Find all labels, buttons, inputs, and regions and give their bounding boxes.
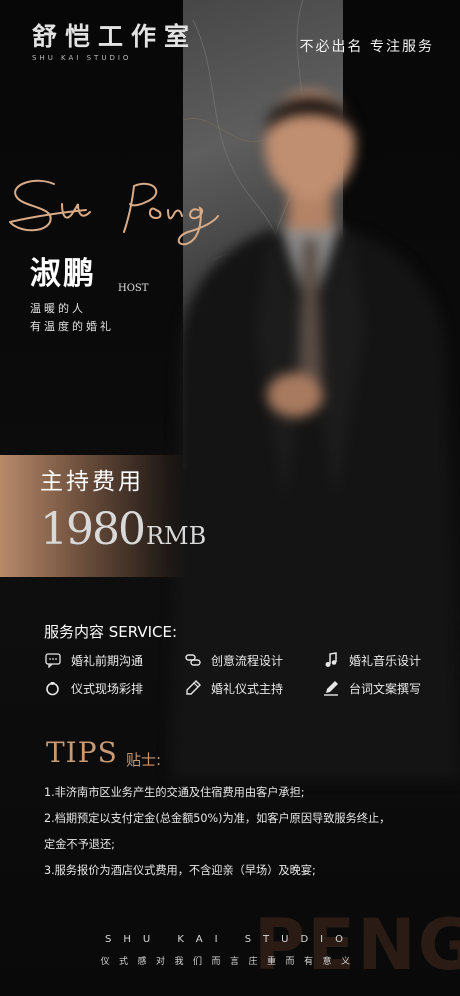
fee-amount: 1980 <box>40 504 146 555</box>
pen-icon <box>184 679 202 697</box>
tagline-1: 温暖的人 <box>30 302 86 315</box>
service-label: 婚礼音乐设计 <box>349 653 422 668</box>
service-label: 创意流程设计 <box>211 653 284 668</box>
poster: 舒恺工作室 SHU KAI STUDIO 不必出名 专注服务 淑鹏 HOST 温… <box>0 0 460 996</box>
services-title: 服务内容 SERVICE: <box>44 623 178 641</box>
service-item: 婚礼仪式主持 <box>184 679 283 697</box>
footer-studio: SHU KAI STUDIO <box>104 934 355 945</box>
logo-text-cn: 舒恺工作室 <box>32 22 198 51</box>
tips-note-2: 2.档期预定以支付定金(总金额50%)为准，如客户原因导致服务终止， <box>44 812 391 825</box>
service-label: 婚礼前期沟通 <box>71 653 144 668</box>
fee-title: 主持费用 <box>40 469 144 495</box>
tips-title-cn: 贴士: <box>126 751 162 769</box>
watermark-peng: PENG <box>254 904 460 986</box>
footer-motto: 仪式感对我们而言庄重而有意义 <box>100 957 360 967</box>
tips-note-3: 3.服务报价为酒店仪式费用，不含迎亲（早场）及晚宴; <box>44 864 316 877</box>
fee-price: 1980RMB <box>40 502 206 564</box>
host-role: HOST <box>118 283 149 294</box>
service-item: 创意流程设计 <box>184 651 283 669</box>
service-label: 婚礼仪式主持 <box>211 681 284 696</box>
slogan: 不必出名 专注服务 <box>299 39 434 55</box>
link-icon <box>184 651 202 669</box>
studio-logo: 舒恺工作室 SHU KAI STUDIO <box>32 22 207 62</box>
ring-icon <box>44 679 62 697</box>
service-item: 婚礼前期沟通 <box>44 651 143 669</box>
tagline-2: 有温度的婚礼 <box>30 320 114 333</box>
tips-note-2-cont: 定金不予退还; <box>44 838 115 851</box>
host-name-cn: 淑鹏 <box>30 256 96 292</box>
service-label: 仪式现场彩排 <box>71 681 144 696</box>
tips-note-1: 1.非济南市区业务产生的交通及住宿费用由客户承担; <box>44 786 305 799</box>
music-note-icon <box>322 651 340 669</box>
logo-text-en: SHU KAI STUDIO <box>32 54 132 62</box>
service-item: 台词文案撰写 <box>322 679 421 697</box>
fee-unit: RMB <box>145 522 207 550</box>
chat-icon <box>44 651 62 669</box>
service-item: 仪式现场彩排 <box>44 679 143 697</box>
service-label: 台词文案撰写 <box>349 681 422 696</box>
service-item: 婚礼音乐设计 <box>322 651 421 669</box>
tips-title-en: TIPS <box>46 736 118 769</box>
edit-icon <box>322 679 340 697</box>
